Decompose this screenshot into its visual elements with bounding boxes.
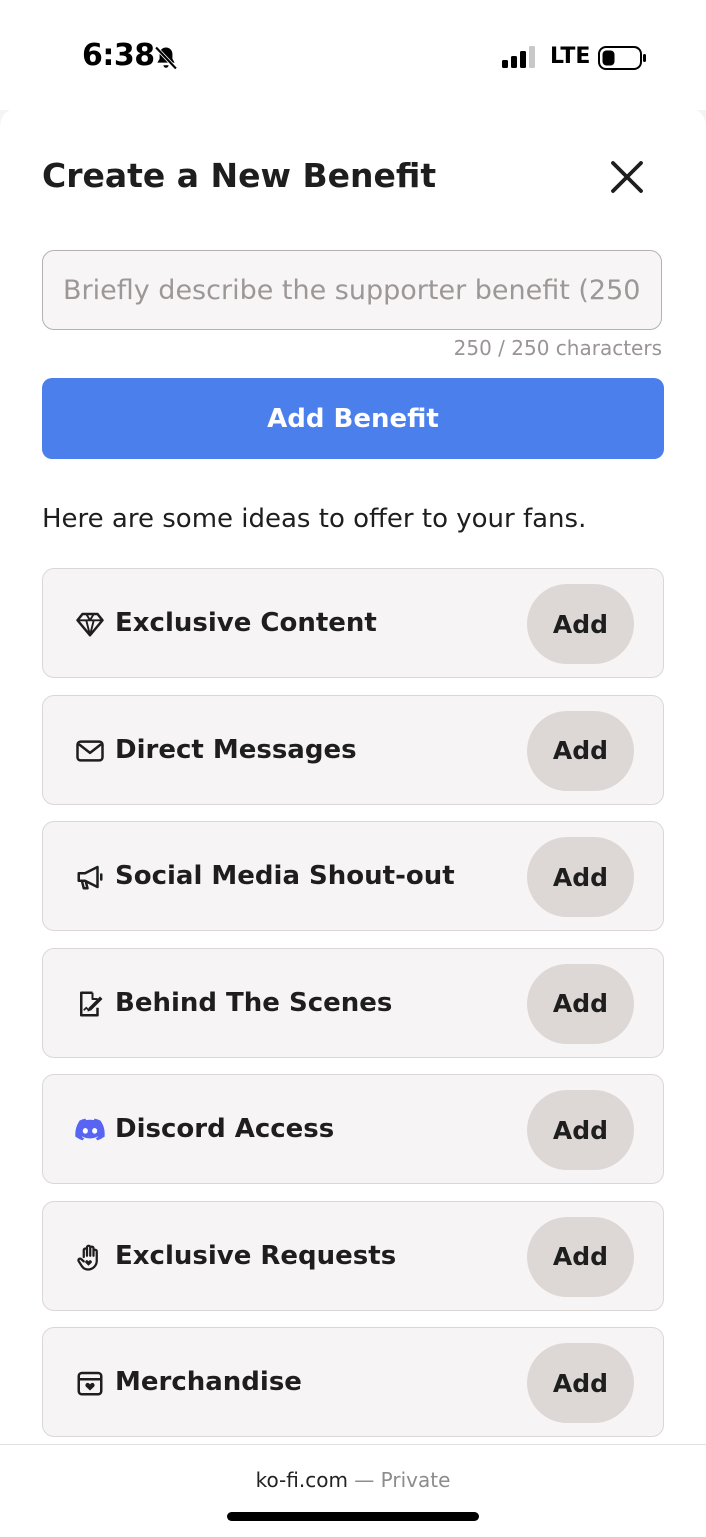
create-benefit-sheet: Create a New Benefit 250 / 250 character… [0, 108, 706, 1448]
discord-icon [75, 1118, 105, 1141]
benefit-description-input[interactable] [42, 250, 662, 330]
idea-row-social-media-shout-out: Social Media Shout-out Add [42, 821, 664, 931]
idea-row-direct-messages: Direct Messages Add [42, 694, 664, 805]
signal-strength-icon [502, 46, 535, 68]
idea-row-merchandise: Merchandise Add [42, 1327, 664, 1437]
idea-label: Discord Access [115, 1114, 335, 1144]
idea-row-exclusive-requests: Exclusive Requests Add [42, 1200, 664, 1311]
address-bar[interactable]: ko-fi.com — Private [0, 1468, 706, 1492]
idea-label: Behind The Scenes [115, 987, 393, 1018]
add-exclusive-requests-button[interactable]: Add [527, 1216, 634, 1297]
browser-bottom-bar: ko-fi.com — Private [0, 1444, 706, 1537]
url-domain: ko-fi.com [255, 1468, 348, 1492]
bell-muted-icon [154, 46, 178, 70]
benefit-ideas-list: Exclusive Content Add Direct Messages Ad… [42, 568, 664, 1454]
add-benefit-button[interactable]: Add Benefit [42, 378, 664, 459]
ideas-intro-text: Here are some ideas to offer to your fan… [42, 504, 587, 534]
url-separator: — [347, 1468, 381, 1492]
add-behind-the-scenes-button[interactable]: Add [527, 963, 634, 1044]
home-indicator[interactable] [227, 1512, 479, 1521]
status-time: 6:38 [82, 38, 155, 73]
idea-label: Exclusive Content [115, 608, 377, 638]
diamond-icon [76, 612, 104, 637]
idea-row-exclusive-content: Exclusive Content Add [42, 568, 664, 678]
add-exclusive-content-button[interactable]: Add [527, 584, 634, 664]
character-counter: 250 / 250 characters [453, 336, 662, 360]
idea-row-behind-the-scenes: Behind The Scenes Add [42, 947, 664, 1058]
status-bar: 6:38 LTE [0, 0, 706, 110]
envelope-icon [76, 739, 104, 762]
hand-heart-icon [77, 1244, 98, 1271]
network-type: LTE [550, 44, 591, 69]
idea-label: Direct Messages [115, 734, 357, 765]
private-mode-label: Private [380, 1468, 451, 1492]
idea-label: Social Media Shout-out [115, 861, 455, 891]
battery-icon [598, 46, 646, 70]
megaphone-icon [77, 865, 103, 890]
gift-box-icon [77, 1371, 103, 1396]
add-merchandise-button[interactable]: Add [527, 1343, 634, 1423]
idea-label: Exclusive Requests [115, 1240, 397, 1271]
add-social-media-shout-out-button[interactable]: Add [527, 837, 634, 917]
document-edit-icon [80, 991, 103, 1016]
idea-row-discord-access: Discord Access Add [42, 1074, 664, 1184]
sheet-title: Create a New Benefit [42, 156, 437, 195]
add-direct-messages-button[interactable]: Add [527, 710, 634, 791]
add-discord-access-button[interactable]: Add [527, 1090, 634, 1170]
idea-label: Merchandise [115, 1367, 302, 1397]
close-icon[interactable] [604, 154, 650, 200]
